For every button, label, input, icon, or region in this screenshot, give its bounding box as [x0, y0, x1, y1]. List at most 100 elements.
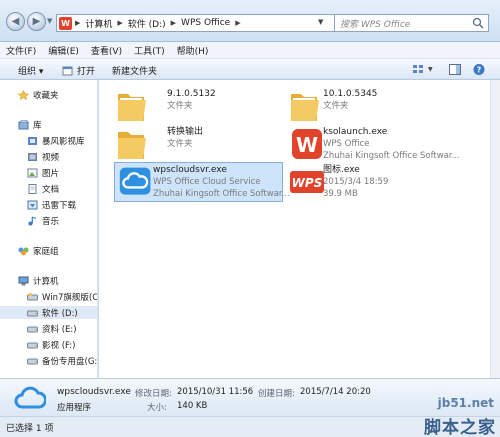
open-icon — [62, 66, 73, 75]
file-name: ksolaunch.exe — [323, 127, 388, 137]
help-icon[interactable]: ? — [472, 63, 486, 76]
homegroup-icon — [18, 247, 29, 255]
file-list[interactable]: 9.1.0.5132 文件夹 10.1.0.5345 文件夹 转换输出 文件夹 … — [99, 80, 490, 378]
svg-text:?: ? — [477, 66, 482, 75]
nav-drive[interactable]: 影视 (F:) — [0, 338, 97, 351]
watermark-domain: jb51.net — [437, 396, 494, 410]
file-name: 10.1.0.5345 — [323, 89, 378, 99]
file-date: 2015/3/4 18:59 — [323, 177, 389, 187]
arrow-right-icon: ▶ — [32, 16, 41, 27]
star-icon — [18, 89, 29, 100]
view-options-icon[interactable] — [412, 63, 426, 76]
menu-edit[interactable]: 编辑(E) — [48, 44, 79, 57]
drive-icon — [27, 326, 38, 332]
document-icon — [28, 183, 37, 194]
search-placeholder: 搜索 WPS Office — [340, 19, 411, 30]
address-bar: ◀ ▶ ▼ W ▶ 计算机 ▶ 软件 (D:) ▶ WPS Office ▶ ▼… — [0, 0, 500, 42]
content-scrollbar[interactable] — [490, 80, 500, 378]
drive-icon — [27, 342, 38, 348]
back-button[interactable]: ◀ — [6, 12, 25, 31]
file-description: WPS Office — [323, 139, 370, 149]
wps-logo-icon: WPS — [290, 171, 324, 193]
details-created-value: 2015/7/14 20:20 — [300, 387, 371, 397]
organize-button[interactable]: 组织 ▾ — [18, 64, 43, 77]
chevron-right-icon[interactable]: ▶ — [117, 19, 122, 27]
drive-icon — [27, 358, 38, 364]
details-modified-value: 2015/10/31 11:56 — [177, 387, 254, 397]
file-item-folder[interactable]: 9.1.0.5132 文件夹 — [114, 86, 284, 126]
search-input[interactable]: 搜索 WPS Office — [334, 14, 489, 32]
nav-library-item[interactable]: 音乐 — [0, 214, 97, 227]
nav-computer[interactable]: 计算机 — [0, 274, 97, 287]
navigation-pane: 收藏夹 库 暴风影视库 视频 图片 文档 迅雷下载 音乐 家庭组 计算机 Win… — [0, 80, 98, 378]
forward-button[interactable]: ▶ — [27, 12, 46, 31]
wps-writer-icon: W — [292, 129, 322, 159]
cloud-icon — [119, 167, 151, 195]
file-type: 文件夹 — [167, 101, 193, 111]
nav-drive[interactable]: 备份专用盘(G:) — [0, 354, 97, 367]
file-item-exe[interactable]: W ksolaunch.exe WPS Office Zhuhai Kingso… — [287, 124, 482, 164]
svg-text:W: W — [296, 133, 318, 157]
new-folder-button[interactable]: 新建文件夹 — [112, 64, 157, 77]
video-icon — [28, 152, 37, 161]
drive-icon — [27, 310, 38, 316]
file-company: Zhuhai Kingsoft Office Softwar... — [323, 151, 460, 161]
picture-icon — [27, 168, 38, 177]
nav-library[interactable]: 库 — [0, 118, 97, 131]
menu-file[interactable]: 文件(F) — [6, 44, 36, 57]
breadcrumb-drive-d[interactable]: 软件 (D:) — [128, 17, 166, 30]
nav-library-item[interactable]: 视频 — [0, 150, 97, 163]
wps-folder-icon: W — [59, 16, 72, 30]
file-item-folder[interactable]: 10.1.0.5345 文件夹 — [287, 86, 477, 126]
file-name: 图标.exe — [323, 165, 360, 175]
folder-icon — [291, 94, 319, 121]
address-input[interactable]: W ▶ 计算机 ▶ 软件 (D:) ▶ WPS Office ▶ — [56, 14, 340, 32]
nav-library-item[interactable]: 迅雷下载 — [0, 198, 97, 211]
address-history-dropdown[interactable]: ▼ — [318, 18, 323, 26]
status-text: 已选择 1 项 — [6, 423, 54, 434]
svg-text:WPS: WPS — [292, 176, 323, 190]
menu-view[interactable]: 查看(V) — [91, 44, 122, 57]
nav-drive-selected[interactable]: 软件 (D:) — [0, 306, 97, 319]
chevron-right-icon[interactable]: ▶ — [235, 19, 240, 27]
file-description: WPS Office Cloud Service — [153, 177, 261, 187]
file-type: 文件夹 — [167, 139, 193, 149]
chevron-right-icon[interactable]: ▶ — [75, 19, 80, 27]
file-size: 39.9 MB — [323, 189, 358, 199]
nav-library-item[interactable]: 文档 — [0, 182, 97, 195]
chevron-right-icon[interactable]: ▶ — [171, 19, 176, 27]
nav-favorites[interactable]: 收藏夹 — [0, 88, 97, 101]
view-options-dropdown[interactable]: ▼ — [428, 66, 433, 73]
drive-icon — [27, 292, 38, 300]
file-item-exe[interactable]: WPS 图标.exe 2015/3/4 18:59 39.9 MB — [287, 162, 477, 202]
menu-help[interactable]: 帮助(H) — [177, 44, 209, 57]
details-created-label: 创建日期: — [258, 389, 295, 399]
breadcrumb-computer[interactable]: 计算机 — [85, 17, 112, 30]
preview-pane-icon[interactable] — [448, 63, 462, 76]
folder-icon — [118, 94, 146, 121]
nav-library-item[interactable]: 暴风影视库 — [0, 134, 97, 147]
music-icon — [28, 215, 37, 225]
file-name: 转换输出 — [167, 127, 204, 137]
details-file-type: 应用程序 — [57, 403, 92, 413]
file-name: 9.1.0.5132 — [167, 89, 216, 99]
nav-drive[interactable]: Win7旗舰版(C:) — [0, 290, 97, 303]
computer-icon — [18, 276, 29, 285]
menu-tools[interactable]: 工具(T) — [134, 44, 165, 57]
file-company: Zhuhai Kingsoft Office Softwar... — [153, 189, 290, 199]
watermark-text: 脚本之家 — [424, 418, 496, 437]
file-item-folder[interactable]: 转换输出 文件夹 — [114, 124, 284, 164]
breadcrumb-wps-office[interactable]: WPS Office — [181, 18, 230, 28]
menu-bar: 文件(F) 编辑(E) 查看(V) 工具(T) 帮助(H) — [0, 42, 500, 59]
video-library-icon — [28, 136, 37, 145]
details-size-value: 140 KB — [177, 401, 208, 411]
open-button[interactable]: 打开 — [62, 64, 95, 77]
search-icon[interactable] — [472, 17, 484, 29]
nav-homegroup[interactable]: 家庭组 — [0, 244, 97, 257]
file-item-exe-selected[interactable]: wpscloudsvr.exe WPS Office Cloud Service… — [114, 162, 290, 202]
nav-drive[interactable]: 资料 (E:) — [0, 322, 97, 335]
recent-pages-dropdown[interactable]: ▼ — [47, 18, 54, 25]
details-size-label: 大小: — [147, 403, 167, 413]
nav-library-item[interactable]: 图片 — [0, 166, 97, 179]
library-icon — [18, 119, 29, 129]
